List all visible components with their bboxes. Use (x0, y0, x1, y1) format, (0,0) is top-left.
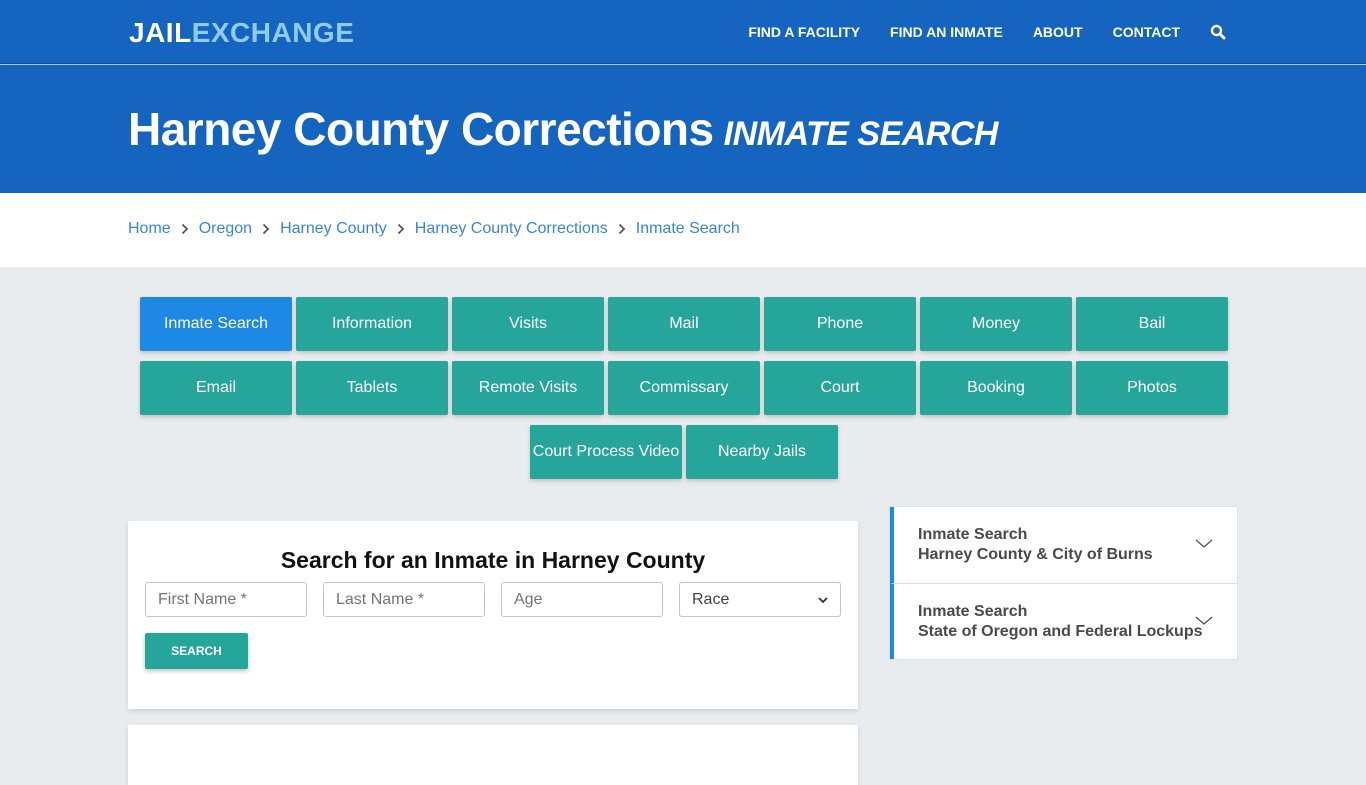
page-title-main: Harney County Corrections (128, 103, 714, 155)
tab-bail[interactable]: Bail (1076, 297, 1228, 351)
logo-exchange-text: EXCHANGE (191, 17, 355, 48)
search-card-title: Search for an Inmate in Harney County (280, 547, 706, 573)
top-navbar: JAILEXCHANGE FIND A FACILITY FIND AN INM… (0, 0, 1366, 64)
site-logo[interactable]: JAILEXCHANGE (129, 16, 354, 50)
accordion-item-line2: Harney County & City of Burns (918, 546, 1153, 563)
page-title-subtitle: INMATE SEARCH (723, 115, 999, 153)
tab-visits[interactable]: Visits (452, 297, 604, 351)
breadcrumb-bar: Home Oregon Harney County Harney County … (0, 193, 1366, 267)
chevron-right-icon (181, 223, 191, 235)
tab-commissary[interactable]: Commissary (608, 361, 760, 415)
tab-email[interactable]: Email (140, 361, 292, 415)
breadcrumb-inmate-search[interactable]: Inmate Search (636, 219, 740, 239)
nav-about[interactable]: ABOUT (1033, 24, 1083, 40)
nav-contact[interactable]: CONTACT (1113, 24, 1180, 40)
tab-mail[interactable]: Mail (608, 297, 760, 351)
breadcrumb-harney-county[interactable]: Harney County (280, 219, 387, 239)
accordion-item-line1: Inmate Search (918, 526, 1028, 543)
tab-row-1: Inmate Search Information Visits Mail Ph… (139, 297, 1229, 351)
main-nav: FIND A FACILITY FIND AN INMATE ABOUT CON… (718, 0, 1226, 64)
tab-nearby-jails[interactable]: Nearby Jails (686, 425, 838, 479)
race-select[interactable]: Race (679, 582, 841, 617)
accordion-item-line2: State of Oregon and Federal Lockups (918, 623, 1203, 640)
sidebar-accordion: Inmate Search Harney County & City of Bu… (889, 506, 1238, 660)
content-card (128, 725, 858, 785)
tab-court[interactable]: Court (764, 361, 916, 415)
tab-inmate-search[interactable]: Inmate Search (140, 297, 292, 351)
search-icon[interactable] (1210, 24, 1226, 40)
chevron-down-icon (818, 591, 828, 609)
tab-money[interactable]: Money (920, 297, 1072, 351)
breadcrumb-home[interactable]: Home (128, 219, 171, 239)
tab-remote-visits[interactable]: Remote Visits (452, 361, 604, 415)
chevron-down-icon[interactable] (1195, 537, 1213, 549)
accordion-item-oregon-federal[interactable]: Inmate Search State of Oregon and Federa… (890, 583, 1237, 659)
tab-photos[interactable]: Photos (1076, 361, 1228, 415)
logo-jail-text: JAIL (129, 17, 192, 48)
accordion-item-label: Inmate Search State of Oregon and Federa… (918, 602, 1203, 642)
page-title: Harney County Corrections INMATE SEARCH (128, 101, 998, 162)
facility-tabs: Inmate Search Information Visits Mail Ph… (139, 297, 1229, 489)
first-name-input[interactable] (145, 582, 307, 617)
last-name-input[interactable] (323, 582, 485, 617)
nav-find-facility[interactable]: FIND A FACILITY (748, 24, 860, 40)
search-button[interactable]: SEARCH (145, 633, 248, 669)
accordion-item-line1: Inmate Search (918, 603, 1028, 620)
breadcrumb-oregon[interactable]: Oregon (199, 219, 252, 239)
tab-tablets[interactable]: Tablets (296, 361, 448, 415)
breadcrumb: Home Oregon Harney County Harney County … (128, 219, 740, 239)
tab-booking[interactable]: Booking (920, 361, 1072, 415)
chevron-down-icon[interactable] (1195, 614, 1213, 626)
tab-row-2: Email Tablets Remote Visits Commissary C… (139, 361, 1229, 415)
chevron-right-icon (262, 223, 272, 235)
hero-banner: Harney County Corrections INMATE SEARCH (0, 65, 1366, 193)
age-input[interactable] (501, 582, 663, 617)
tab-information[interactable]: Information (296, 297, 448, 351)
breadcrumb-harney-county-corrections[interactable]: Harney County Corrections (415, 219, 608, 239)
inmate-search-card: Search for an Inmate in Harney County Ra… (128, 521, 858, 709)
tab-row-3: Court Process Video Nearby Jails (139, 425, 1229, 479)
accordion-item-label: Inmate Search Harney County & City of Bu… (918, 525, 1153, 565)
tab-phone[interactable]: Phone (764, 297, 916, 351)
race-select-value: Race (692, 590, 730, 608)
accordion-item-harney-county[interactable]: Inmate Search Harney County & City of Bu… (890, 507, 1237, 583)
nav-find-inmate[interactable]: FIND AN INMATE (890, 24, 1003, 40)
chevron-right-icon (618, 223, 628, 235)
tab-court-process-video[interactable]: Court Process Video (530, 425, 682, 479)
chevron-right-icon (397, 223, 407, 235)
